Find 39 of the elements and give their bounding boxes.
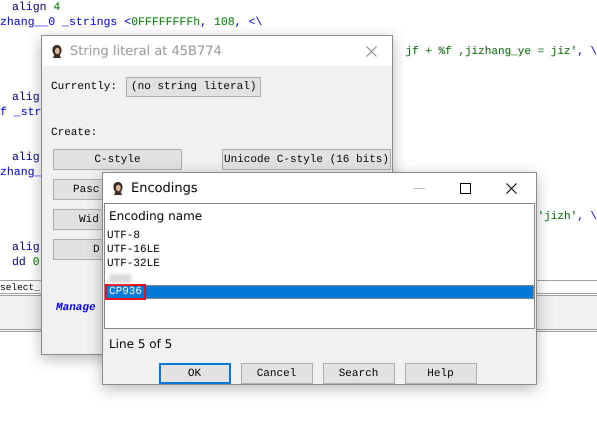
- list-item[interactable]: UTF-16LE: [105, 243, 534, 257]
- encoding-name: UTF-32LE: [107, 258, 160, 270]
- close-icon: [506, 182, 516, 194]
- create-button[interactable]: Unicode C-style (16 bits): [222, 149, 391, 170]
- window-title: Encodings: [131, 180, 199, 196]
- maximize-icon: [460, 182, 470, 194]
- code-line: alig: [12, 150, 40, 165]
- create-label: Create:: [51, 127, 98, 139]
- app-icon: [50, 44, 64, 58]
- code-line: select_: [0, 282, 40, 292]
- code-line: zhang_: [0, 165, 42, 180]
- close-icon: [366, 46, 376, 56]
- code-line: dd 0: [12, 255, 40, 270]
- currently-label: Currently:: [51, 81, 118, 93]
- list-item[interactable]: UTF-32LE: [105, 257, 534, 271]
- code-line: align 4: [12, 0, 60, 15]
- code-line: f _str: [0, 105, 42, 120]
- encoding-name: UTF-16LE: [107, 244, 160, 256]
- status-text: Line 5 of 5: [108, 336, 174, 351]
- dialog-button[interactable]: Search: [322, 363, 394, 384]
- encoding-name: UTF-8: [107, 230, 140, 242]
- window-title: String literal at 45B774: [70, 44, 223, 58]
- app-icon: [111, 180, 125, 196]
- code-line: 'jizh', \: [538, 210, 597, 225]
- encoding-name: CP936: [109, 286, 142, 298]
- code-line: jf + %f ,jizhang_ye = jiz', \: [406, 45, 597, 60]
- code-line: alig: [12, 240, 40, 255]
- list-item[interactable]: CP936: [105, 285, 534, 299]
- list-item[interactable]: UTF-8: [105, 229, 534, 243]
- dialog-button[interactable]: OK: [158, 363, 230, 384]
- code-line: alig: [12, 90, 40, 105]
- dialog-button[interactable]: Cancel: [240, 363, 312, 384]
- current-value: (no string literal): [126, 77, 262, 97]
- dialog-button[interactable]: Help: [404, 363, 476, 384]
- code-line: zhang__0 _strings <0FFFFFFFFh, 108, <\: [0, 15, 262, 30]
- blurred-text: [109, 274, 131, 282]
- column-header: Encoding name: [108, 208, 204, 225]
- manage-link[interactable]: Manage: [56, 302, 96, 314]
- create-button[interactable]: C-style: [53, 149, 182, 170]
